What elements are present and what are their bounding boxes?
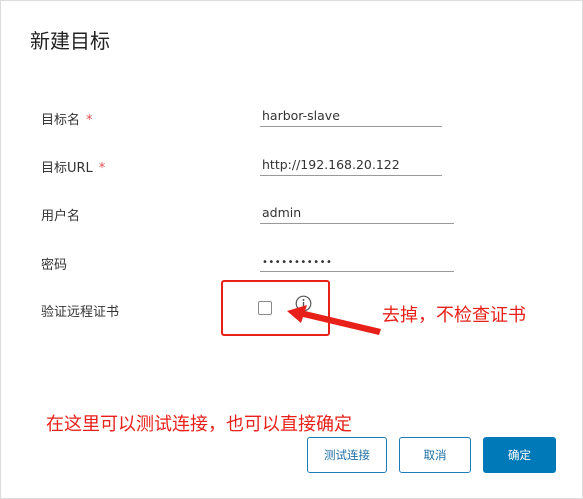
- target-name-label: 目标名 *: [41, 109, 93, 128]
- verify-cert-label-text: 验证远程证书: [41, 305, 120, 320]
- dialog-title: 新建目标: [30, 29, 110, 53]
- required-mark: *: [86, 113, 93, 128]
- cancel-label: 取消: [423, 448, 447, 462]
- test-connection-label: 测试连接: [324, 448, 370, 462]
- username-label: 用户名: [41, 205, 80, 224]
- target-name-input[interactable]: harbor-slave: [260, 105, 442, 127]
- target-name-value: harbor-slave: [262, 108, 340, 123]
- target-name-label-text: 目标名: [41, 113, 81, 128]
- cancel-button[interactable]: 取消: [399, 437, 471, 473]
- required-mark: *: [98, 161, 106, 176]
- username-input[interactable]: admin: [260, 202, 454, 224]
- username-value: admin: [262, 205, 302, 220]
- new-target-dialog: 新建目标 目标名 * harbor-slave 目标URL * http://192…: [0, 0, 583, 499]
- username-label-text: 用户名: [41, 209, 81, 224]
- target-url-label-text: 目标URL: [41, 161, 93, 176]
- bottom-annotation-text: 在这里可以测试连接，也可以直接确定: [46, 414, 352, 435]
- target-url-input[interactable]: http://192.168.20.122: [260, 154, 442, 176]
- password-value: •••••••••••: [262, 257, 333, 268]
- checkbox-annotation-text: 去掉，不检查证书: [382, 305, 526, 326]
- annotation-arrow-icon: [287, 305, 381, 335]
- password-label-text: 密码: [41, 258, 68, 273]
- verify-cert-label: 验证远程证书: [41, 301, 119, 320]
- password-label: 密码: [41, 254, 67, 273]
- target-url-label: 目标URL *: [41, 157, 105, 176]
- password-input[interactable]: •••••••••••: [260, 250, 454, 272]
- confirm-button[interactable]: 确定: [483, 437, 556, 473]
- confirm-label: 确定: [508, 448, 531, 462]
- test-connection-button[interactable]: 测试连接: [307, 437, 387, 473]
- target-url-value: http://192.168.20.122: [262, 157, 400, 172]
